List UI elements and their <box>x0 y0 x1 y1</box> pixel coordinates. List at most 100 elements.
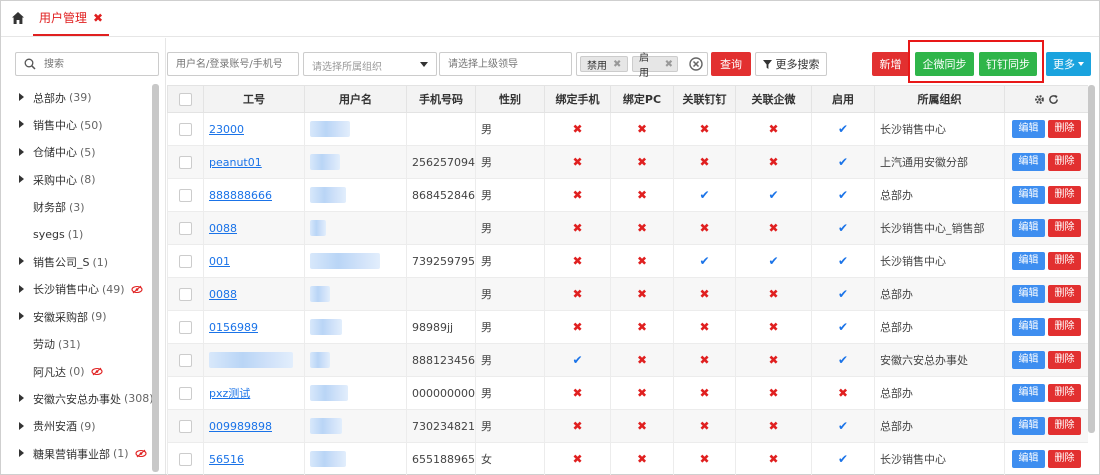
employee-id-link[interactable]: 001 <box>209 255 230 268</box>
delete-button[interactable]: 删除 <box>1048 285 1081 303</box>
delete-button[interactable]: 删除 <box>1048 450 1081 468</box>
row-checkbox[interactable] <box>179 353 192 367</box>
status-filter-field[interactable]: 禁用 ✖ 启用 ✖ <box>576 52 708 79</box>
employee-id-link[interactable]: pxz测试 <box>209 387 250 400</box>
user-filter-input[interactable] <box>168 53 298 75</box>
delete-button[interactable]: 删除 <box>1048 153 1081 171</box>
delete-button[interactable]: 删除 <box>1048 186 1081 204</box>
status-flag-cell: ✔ <box>544 343 611 377</box>
status-flag-cell: ✖ <box>735 442 812 475</box>
tab-close-icon[interactable]: ✖ <box>93 11 103 25</box>
employee-id-link[interactable]: 23000 <box>209 123 244 136</box>
delete-button[interactable]: 删除 <box>1048 318 1081 336</box>
redacted-username <box>310 418 342 434</box>
tree-item[interactable]: 销售公司_S (1) <box>1 248 153 275</box>
more-button[interactable]: 更多 <box>1046 52 1091 76</box>
tree-item[interactable]: 糖果营销事业部 (1) <box>1 440 153 467</box>
chip-remove-icon[interactable]: ✖ <box>613 59 621 70</box>
org-search-input[interactable] <box>44 56 154 72</box>
edit-button[interactable]: 编辑 <box>1012 252 1045 270</box>
row-checkbox[interactable] <box>179 386 192 400</box>
sidebar-scrollbar[interactable] <box>152 84 159 472</box>
more-search-button[interactable]: 更多搜索 <box>755 52 827 76</box>
query-button[interactable]: 查询 <box>711 52 751 76</box>
select-all-checkbox[interactable] <box>179 92 192 106</box>
user-filter-field[interactable] <box>167 52 299 76</box>
employee-id-link[interactable]: 009989898 <box>209 420 272 433</box>
column-header: 绑定PC <box>610 85 674 113</box>
caret-right-icon[interactable] <box>19 449 24 458</box>
caret-right-icon[interactable] <box>19 120 24 129</box>
row-checkbox[interactable] <box>179 254 192 268</box>
delete-button[interactable]: 删除 <box>1048 417 1081 435</box>
row-checkbox[interactable] <box>179 320 192 334</box>
table-scrollbar[interactable] <box>1088 85 1095 433</box>
tree-item[interactable]: 贵州安酒 (9) <box>1 413 153 440</box>
leader-filter-field[interactable] <box>439 52 572 76</box>
row-checkbox[interactable] <box>179 188 192 202</box>
caret-right-icon[interactable] <box>19 421 24 430</box>
org-select[interactable]: 请选择所属组织 <box>303 52 437 76</box>
row-checkbox[interactable] <box>179 122 192 136</box>
row-select-cell <box>167 310 204 344</box>
sidebar-scroll-thumb[interactable] <box>152 84 159 472</box>
refresh-icon[interactable] <box>1048 94 1059 105</box>
employee-id-link[interactable]: 56516 <box>209 453 244 466</box>
employee-id-link[interactable]: 888888666 <box>209 189 272 202</box>
user-table: 工号 用户名 手机号码 性别 绑定手机 绑定PC 关联钉钉 关联企微 启用 所属组织 23000 男… <box>167 85 1088 475</box>
row-checkbox[interactable] <box>179 452 192 466</box>
edit-button[interactable]: 编辑 <box>1012 318 1045 336</box>
gear-icon[interactable] <box>1034 94 1045 105</box>
row-checkbox[interactable] <box>179 155 192 169</box>
edit-button[interactable]: 编辑 <box>1012 285 1045 303</box>
employee-id-link[interactable]: 0156989 <box>209 321 258 334</box>
delete-button[interactable]: 删除 <box>1048 351 1081 369</box>
employee-id-link[interactable]: 0088 <box>209 288 237 301</box>
row-checkbox[interactable] <box>179 221 192 235</box>
tree-item[interactable]: 阿凡达 (0) <box>1 358 153 385</box>
tree-item[interactable]: 销售中心 (50) <box>1 111 153 138</box>
leader-filter-input[interactable] <box>440 53 571 75</box>
username-cell <box>304 178 407 212</box>
tree-item[interactable]: 安徽六安总办事处 (308) <box>1 385 154 412</box>
tree-item[interactable]: 长沙销售中心 (49) <box>1 276 153 303</box>
edit-button[interactable]: 编辑 <box>1012 153 1045 171</box>
row-checkbox[interactable] <box>179 419 192 433</box>
employee-id-link[interactable]: 0088 <box>209 222 237 235</box>
delete-button[interactable]: 删除 <box>1048 252 1081 270</box>
caret-right-icon[interactable] <box>19 312 24 321</box>
tree-item[interactable]: 采购中心 (8) <box>1 166 153 193</box>
employee-id-link[interactable]: peanut01 <box>209 156 262 169</box>
caret-right-icon[interactable] <box>19 394 24 403</box>
delete-button[interactable]: 删除 <box>1048 384 1081 402</box>
tree-item[interactable]: 安徽采购部 (9) <box>1 303 153 330</box>
edit-button[interactable]: 编辑 <box>1012 417 1045 435</box>
edit-button[interactable]: 编辑 <box>1012 351 1045 369</box>
chip-remove-icon[interactable]: ✖ <box>665 59 673 70</box>
edit-button[interactable]: 编辑 <box>1012 186 1045 204</box>
table-row: 0088 男 ✖ ✖ ✖ ✖ ✔ 总部办 编辑 删除 <box>167 277 1088 311</box>
tree-item[interactable]: 劳动 (31) <box>1 331 153 358</box>
caret-right-icon[interactable] <box>19 93 24 101</box>
caret-right-icon[interactable] <box>19 284 24 293</box>
tree-item[interactable]: syegs (1) <box>1 221 153 248</box>
caret-right-icon[interactable] <box>19 175 24 184</box>
home-icon[interactable] <box>11 11 25 25</box>
tree-item[interactable]: 仓储中心 (5) <box>1 139 153 166</box>
clear-circle-icon[interactable] <box>689 57 703 71</box>
add-user-button[interactable]: 新增 <box>872 52 909 76</box>
edit-button[interactable]: 编辑 <box>1012 120 1045 138</box>
edit-button[interactable]: 编辑 <box>1012 219 1045 237</box>
org-search-box[interactable] <box>15 52 159 76</box>
tree-item[interactable]: 总部办 (39) <box>1 84 153 111</box>
check-icon: ✔ <box>837 353 849 367</box>
delete-button[interactable]: 删除 <box>1048 120 1081 138</box>
row-checkbox[interactable] <box>179 287 192 301</box>
tab-user-management[interactable]: 用户管理 ✖ <box>33 1 110 36</box>
edit-button[interactable]: 编辑 <box>1012 384 1045 402</box>
edit-button[interactable]: 编辑 <box>1012 450 1045 468</box>
delete-button[interactable]: 删除 <box>1048 219 1081 237</box>
caret-right-icon[interactable] <box>19 147 24 156</box>
tree-item[interactable]: 财务部 (3) <box>1 194 153 221</box>
caret-right-icon[interactable] <box>19 257 24 266</box>
